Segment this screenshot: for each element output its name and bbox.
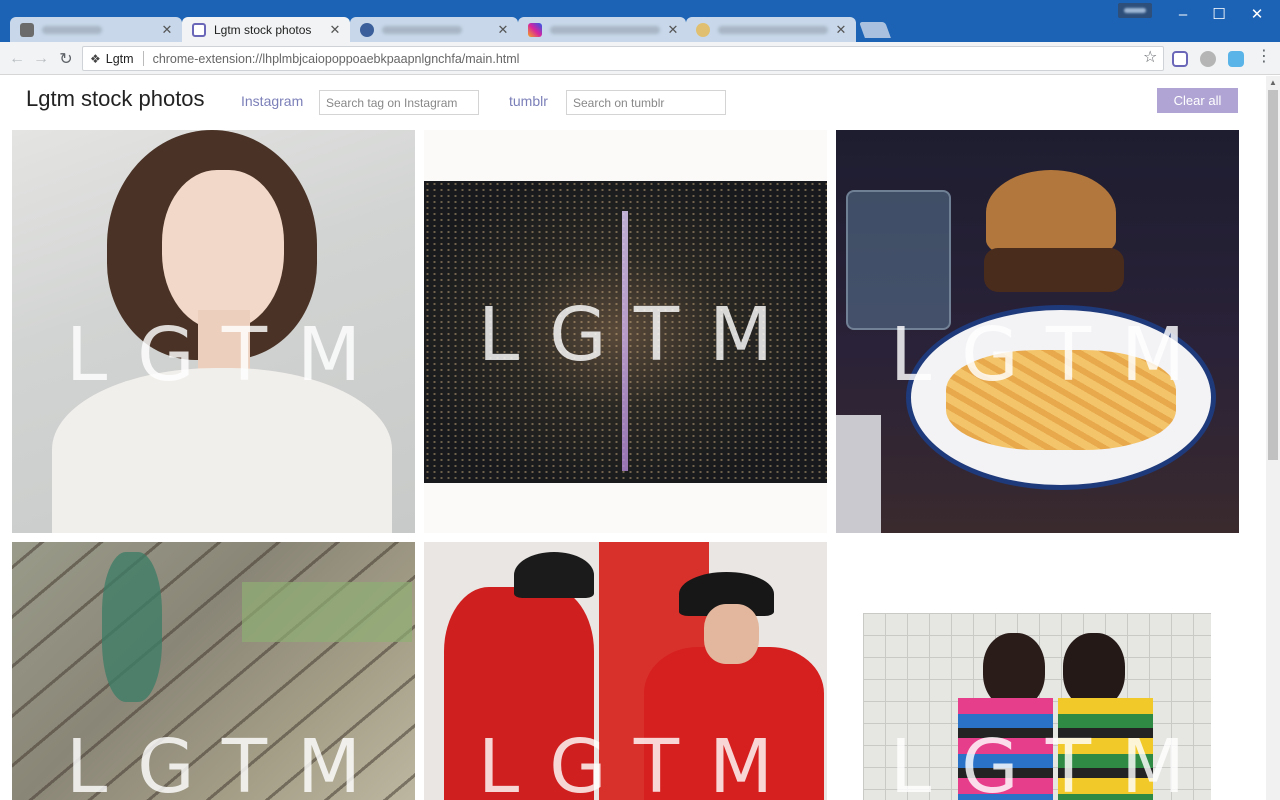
extension-icon[interactable] xyxy=(1228,51,1244,67)
browser-tab-4[interactable]: ✕ xyxy=(518,17,686,42)
browser-toolbar: ← → ↻ ❖ Lgtm chrome-extension://lhplmbjc… xyxy=(0,42,1280,75)
photo-card[interactable]: LGTM xyxy=(836,542,1239,800)
photo-card[interactable]: LGTM xyxy=(12,542,415,800)
lgtm-app-icon xyxy=(192,22,206,37)
instagram-link[interactable]: Instagram xyxy=(241,93,303,109)
address-separator xyxy=(142,51,144,66)
blurred-tab-title xyxy=(382,25,462,34)
clear-all-button[interactable]: Clear all xyxy=(1157,88,1238,113)
browser-tab-lgtm[interactable]: Lgtm stock photos ✕ xyxy=(182,17,350,42)
back-arrow-icon[interactable]: ← xyxy=(6,48,28,70)
browser-tab-3[interactable]: ✕ xyxy=(350,17,518,42)
blurred-site-icon xyxy=(696,22,710,37)
lgtm-extension-icon[interactable] xyxy=(1172,51,1188,67)
lgtm-overlay: LGTM xyxy=(66,724,391,800)
lgtm-overlay: LGTM xyxy=(66,312,391,398)
tab-title: Lgtm stock photos xyxy=(214,22,312,37)
photo-card[interactable]: LGTM xyxy=(424,542,827,800)
page-scrollbar[interactable]: ▲ xyxy=(1266,76,1280,800)
scroll-up-icon[interactable]: ▲ xyxy=(1269,78,1277,87)
tab-close-icon[interactable]: ✕ xyxy=(328,22,342,38)
blurred-tab-title xyxy=(550,25,660,34)
forward-arrow-icon[interactable]: → xyxy=(30,48,52,70)
chrome-menu-icon[interactable]: ⋮ xyxy=(1256,49,1272,65)
instagram-search-input[interactable] xyxy=(319,90,479,115)
tab-close-icon[interactable]: ✕ xyxy=(160,22,174,38)
instagram-icon xyxy=(528,22,542,37)
address-url: chrome-extension://lhplmbjcaiopoppoaebkp… xyxy=(152,51,520,66)
photo-card[interactable]: LGTM xyxy=(424,130,827,533)
tab-close-icon[interactable]: ✕ xyxy=(496,22,510,38)
page-content: Lgtm stock photos Instagram tumblr Clear… xyxy=(0,76,1266,800)
photo-card[interactable]: LGTM xyxy=(12,130,415,533)
lgtm-overlay: LGTM xyxy=(890,312,1215,398)
tumblr-link[interactable]: tumblr xyxy=(509,93,548,109)
page-title: Lgtm stock photos xyxy=(26,86,205,111)
address-site-label: Lgtm xyxy=(105,51,134,66)
browser-tab-5[interactable]: ✕ xyxy=(686,17,856,42)
new-tab-button[interactable] xyxy=(859,22,891,38)
blurred-tab-title xyxy=(42,25,102,34)
tumblr-search-input[interactable] xyxy=(566,90,726,115)
window-close-icon[interactable]: ✕ xyxy=(1234,0,1280,28)
lgtm-overlay: LGTM xyxy=(478,724,803,800)
blurred-site-icon xyxy=(360,22,374,37)
scrollbar-thumb[interactable] xyxy=(1268,90,1278,460)
lgtm-overlay: LGTM xyxy=(890,724,1215,800)
browser-tab-1[interactable]: ✕ xyxy=(10,17,182,42)
tab-close-icon[interactable]: ✕ xyxy=(834,22,848,38)
bookmark-star-icon[interactable]: ☆ xyxy=(1143,47,1157,67)
lgtm-overlay: LGTM xyxy=(478,292,803,378)
extension-icon xyxy=(20,22,34,37)
extension-icon[interactable] xyxy=(1200,51,1216,67)
address-bar[interactable]: ❖ Lgtm chrome-extension://lhplmbjcaiopop… xyxy=(82,46,1164,71)
blurred-tab-title xyxy=(718,25,828,34)
tab-close-icon[interactable]: ✕ xyxy=(666,22,680,38)
browser-titlebar: ✕ Lgtm stock photos ✕ ✕ ✕ ✕ – ☐ ✕ xyxy=(0,0,1280,42)
reload-icon[interactable]: ↻ xyxy=(55,48,77,70)
puzzle-piece-icon: ❖ xyxy=(90,51,101,66)
profile-chip[interactable] xyxy=(1118,3,1152,18)
photo-card[interactable]: LGTM xyxy=(836,130,1239,533)
